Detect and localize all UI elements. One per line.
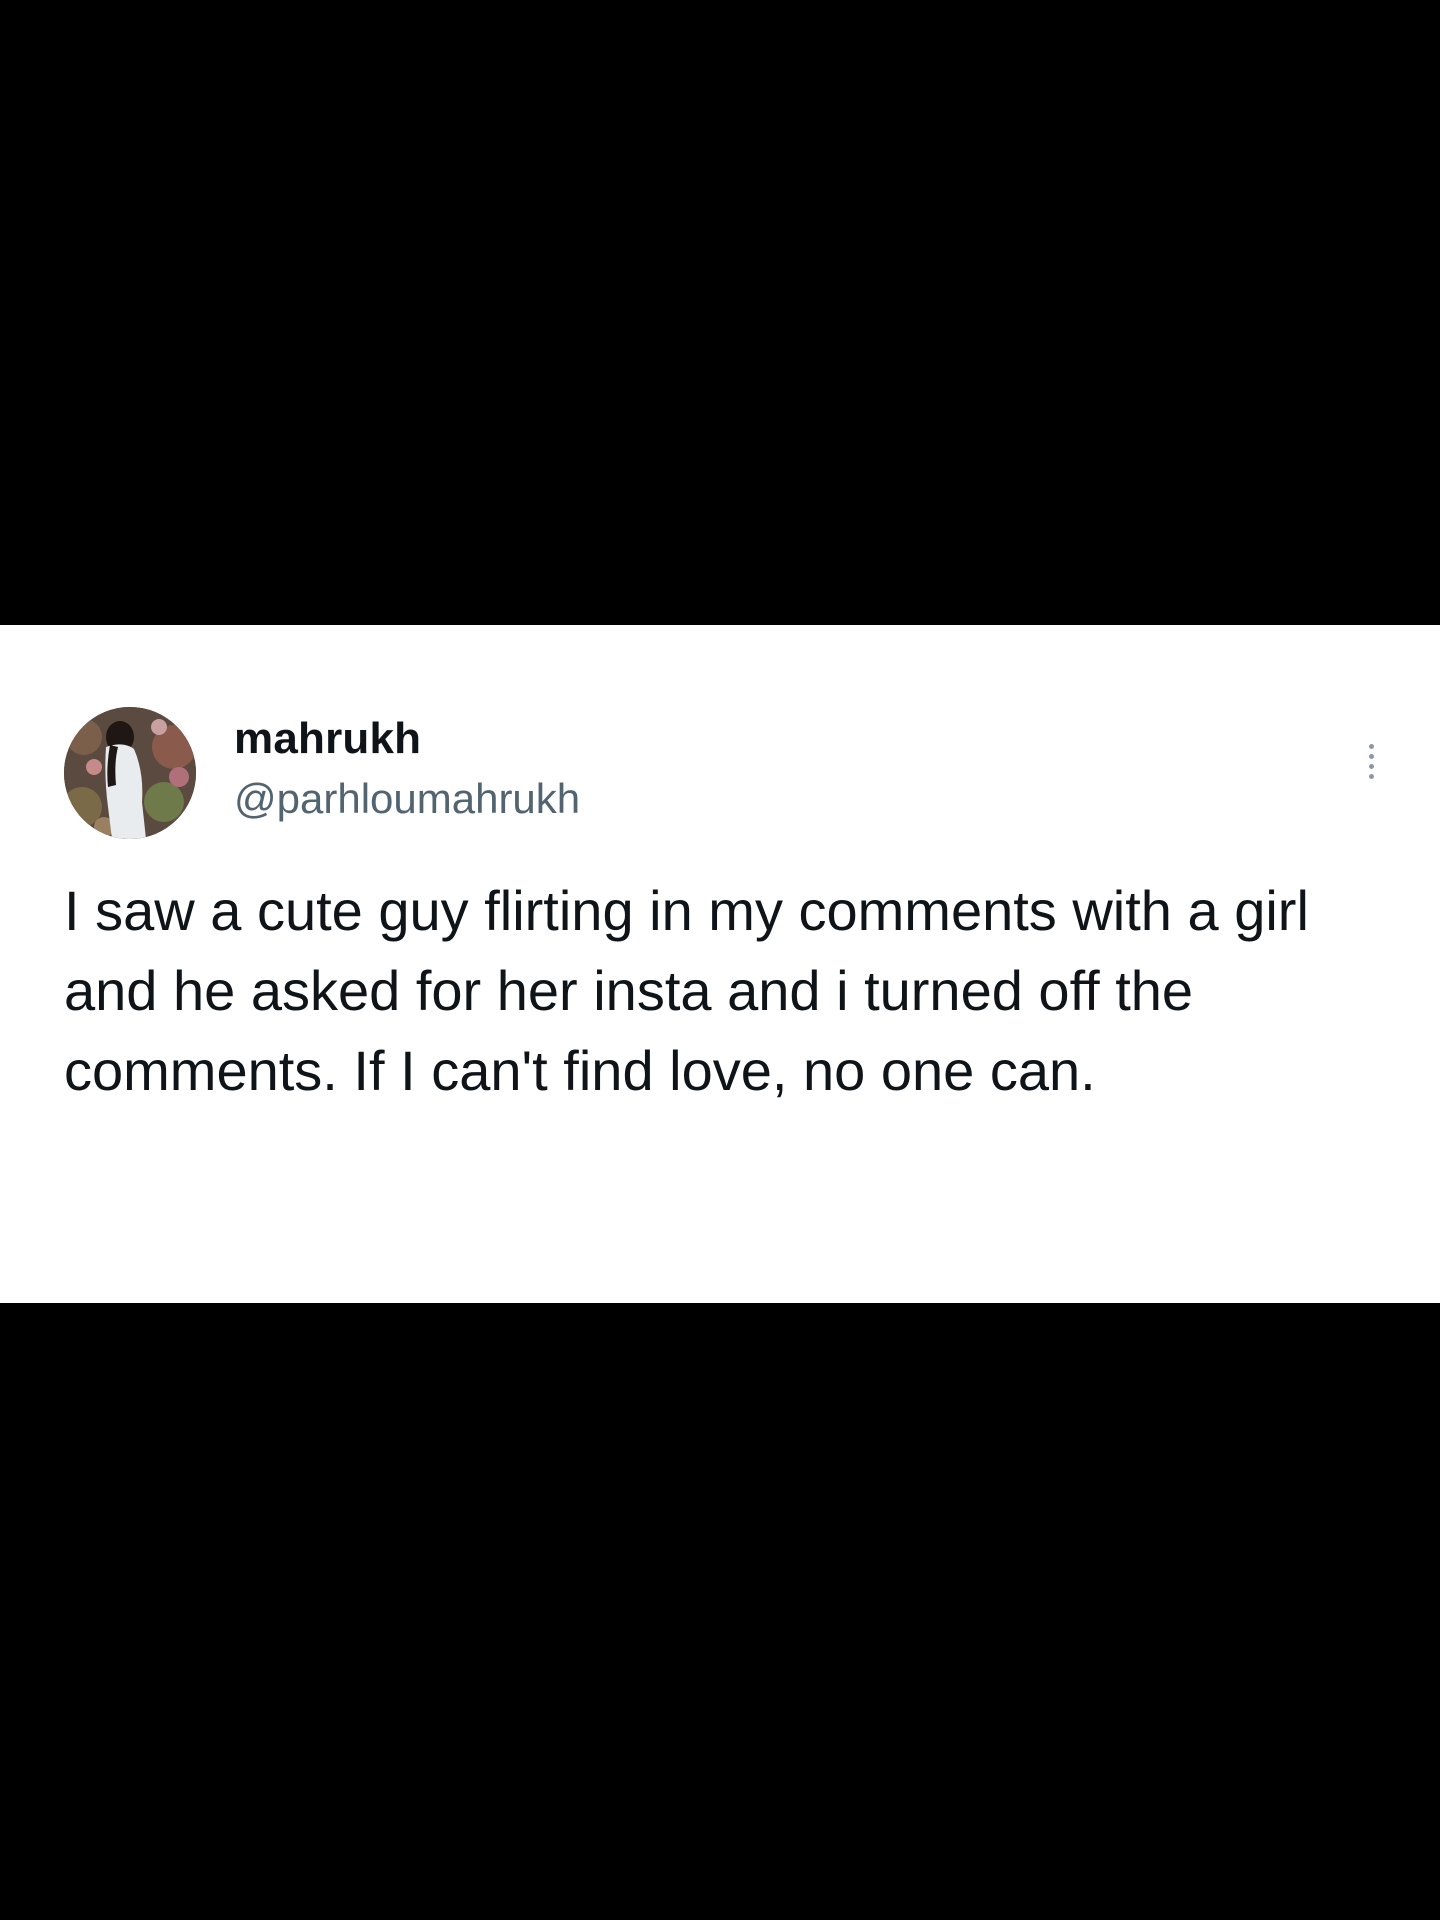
dot — [1368, 753, 1374, 759]
more-options-button[interactable] — [1356, 733, 1386, 789]
tweet-card[interactable]: mahrukh @parhloumahrukh I saw a cute guy… — [0, 625, 1440, 1303]
dot — [1368, 763, 1374, 769]
dot — [1368, 743, 1374, 749]
more-options-vertical-dots-icon — [1368, 743, 1374, 779]
tweet-author: mahrukh @parhloumahrukh — [234, 713, 580, 825]
profile-photo-avatar — [64, 707, 196, 839]
author-handle[interactable]: @parhloumahrukh — [234, 773, 580, 825]
tweet-text: I saw a cute guy flirting in my comments… — [64, 879, 1309, 1102]
author-avatar[interactable] — [64, 707, 196, 839]
author-display-name[interactable]: mahrukh — [234, 713, 580, 765]
screenshot-frame: mahrukh @parhloumahrukh I saw a cute guy… — [0, 0, 1440, 1920]
dot — [1368, 773, 1374, 779]
